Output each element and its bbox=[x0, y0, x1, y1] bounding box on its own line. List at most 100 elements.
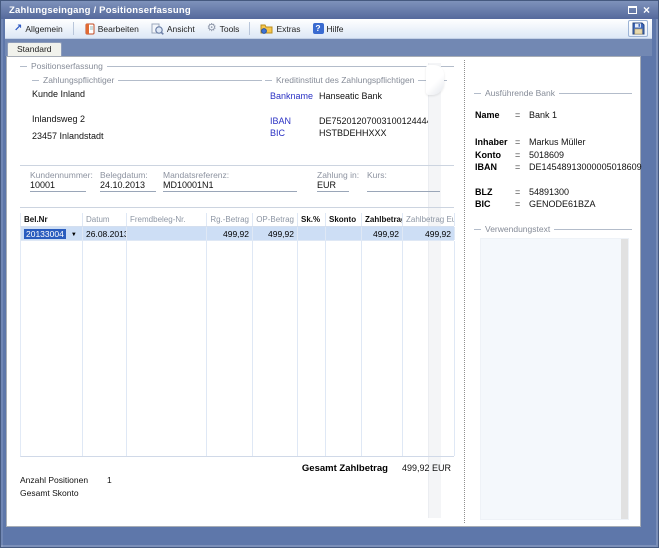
col-sk-prozent[interactable]: Sk.% bbox=[298, 213, 326, 226]
field-zahlung-in[interactable]: Zahlung in: EUR bbox=[317, 170, 349, 192]
menu-tools-label: Tools bbox=[220, 24, 240, 34]
menu-ansicht[interactable]: Ansicht bbox=[146, 22, 200, 36]
field-mandatsreferenz[interactable]: Mandatsreferenz: MD10001N1 bbox=[163, 170, 297, 192]
gesamt-skonto-label: Gesamt Skonto bbox=[20, 488, 79, 498]
col-op-betrag[interactable]: OP-Betrag bbox=[253, 213, 298, 226]
anzahl-positionen-label: Anzahl Positionen bbox=[20, 475, 88, 485]
menu-tools[interactable]: ⚙ Tools bbox=[202, 22, 245, 35]
tab-bar: Standard bbox=[5, 39, 652, 56]
menu-bearbeiten[interactable]: Bearbeiten bbox=[79, 22, 144, 36]
bank-blz-value: 54891300 bbox=[529, 187, 569, 199]
bank-bic-value: GENODE61BZA bbox=[529, 199, 596, 211]
gesamt-zahlbetrag-line: Gesamt Zahlbetrag 499,92 EUR bbox=[302, 463, 451, 474]
bank-row-blz: BLZ = 54891300 bbox=[475, 187, 569, 199]
iban-label: IBAN bbox=[270, 116, 291, 126]
help-icon: ? bbox=[313, 23, 324, 34]
field-zahlung-in-label: Zahlung in: bbox=[317, 170, 349, 180]
anzahl-positionen-value: 1 bbox=[107, 475, 112, 485]
textarea-scrollbar[interactable] bbox=[621, 239, 628, 519]
payer-street: Inlandsweg 2 bbox=[32, 114, 85, 124]
verwendungstext-textarea[interactable] bbox=[480, 238, 629, 520]
bank-row-bic: BIC = GENODE61BZA bbox=[475, 199, 596, 211]
cell-zahlbetrag[interactable]: 499,92 bbox=[362, 227, 403, 240]
cell-skonto[interactable] bbox=[326, 227, 362, 240]
cell-op-betrag[interactable]: 499,92 bbox=[253, 227, 298, 240]
bank-inhaber-value: Markus Müller bbox=[529, 137, 586, 149]
menu-extras[interactable]: Extras bbox=[255, 22, 305, 35]
page-curl-decoration bbox=[426, 65, 444, 95]
field-belegdatum[interactable]: Belegdatum: 24.10.2013 bbox=[100, 170, 156, 192]
save-button[interactable] bbox=[628, 20, 648, 37]
panel-splitter[interactable] bbox=[464, 60, 465, 523]
payer-city: 23457 Inlandstadt bbox=[32, 131, 104, 141]
bank-bic-label: BIC bbox=[475, 199, 515, 211]
bic-value: HSTBDEHHXXX bbox=[319, 128, 387, 138]
dropdown-arrow-icon[interactable]: ▼ bbox=[71, 232, 77, 238]
field-belegdatum-label: Belegdatum: bbox=[100, 170, 156, 180]
field-zahlung-in-value[interactable]: EUR bbox=[317, 180, 349, 192]
notebook-icon bbox=[84, 23, 95, 35]
group-ausfuehrende-bank-label: Ausführende Bank bbox=[481, 88, 559, 99]
separator-line bbox=[20, 165, 454, 166]
field-kundennummer[interactable]: Kundennummer: 10001 bbox=[30, 170, 86, 192]
restore-icon[interactable] bbox=[628, 6, 637, 14]
cell-zahlbetrag-euro[interactable]: 499,92 bbox=[403, 227, 455, 240]
cell-datum[interactable]: 26.08.2013 bbox=[83, 227, 127, 240]
bankname-value: Hanseatic Bank bbox=[319, 91, 382, 101]
bank-name-value: Bank 1 bbox=[529, 110, 557, 122]
bank-iban-value: DE14548913000005018609 bbox=[529, 162, 642, 174]
group-kreditinstitut: Kreditinstitut des Zahlungspflichtigen bbox=[265, 80, 447, 81]
title-bar[interactable]: Zahlungseingang / Positionserfassung × bbox=[1, 1, 658, 19]
table-body-empty[interactable] bbox=[20, 241, 454, 457]
tab-standard[interactable]: Standard bbox=[7, 42, 62, 56]
empty-cell bbox=[403, 241, 455, 456]
bank-konto-label: Konto bbox=[475, 150, 515, 162]
field-belegdatum-value[interactable]: 24.10.2013 bbox=[100, 180, 156, 192]
group-kreditinstitut-label: Kreditinstitut des Zahlungspflichtigen bbox=[272, 75, 418, 86]
equals-sign: = bbox=[515, 137, 529, 149]
col-rg-betrag[interactable]: Rg.-Betrag bbox=[207, 213, 253, 226]
field-kundennummer-value[interactable]: 10001 bbox=[30, 180, 86, 192]
bank-row-name: Name = Bank 1 bbox=[475, 110, 557, 122]
equals-sign: = bbox=[515, 110, 529, 122]
field-kurs-value[interactable] bbox=[367, 180, 440, 192]
col-datum[interactable]: Datum bbox=[83, 213, 127, 226]
content-area: Positionserfassung Zahlungspflichtiger K… bbox=[6, 56, 641, 527]
belnr-selected-value[interactable]: 20133004 bbox=[24, 229, 66, 239]
window-title: Zahlungseingang / Positionserfassung bbox=[9, 5, 191, 16]
col-belnr[interactable]: Bel.Nr bbox=[21, 213, 83, 226]
empty-cell bbox=[298, 241, 326, 456]
bank-name-label: Name bbox=[475, 110, 515, 122]
bankname-label: Bankname bbox=[270, 91, 313, 101]
group-verwendungstext-label: Verwendungstext bbox=[481, 224, 554, 235]
table-row[interactable]: 20133004 ▼ 26.08.2013 499,92 499,92 499,9… bbox=[20, 227, 454, 241]
menu-allgemein-label: Allgemein bbox=[25, 24, 62, 34]
menu-hilfe[interactable]: ? Hilfe bbox=[308, 22, 349, 35]
cell-rg-betrag[interactable]: 499,92 bbox=[207, 227, 253, 240]
col-fremdbeleg[interactable]: Fremdbeleg-Nr. bbox=[127, 213, 207, 226]
table-header-row: Bel.Nr Datum Fremdbeleg-Nr. Rg.-Betrag O… bbox=[20, 213, 454, 227]
group-zahlungspflichtiger: Zahlungspflichtiger bbox=[32, 80, 262, 81]
col-skonto[interactable]: Skonto bbox=[326, 213, 362, 226]
col-zahlbetrag-euro[interactable]: Zahlbetrag Euro bbox=[403, 213, 455, 226]
cell-belnr[interactable]: 20133004 ▼ bbox=[21, 227, 83, 240]
cell-fremdbeleg[interactable] bbox=[127, 227, 207, 240]
menu-extras-label: Extras bbox=[276, 24, 300, 34]
close-icon[interactable]: × bbox=[643, 5, 650, 15]
separator-line bbox=[20, 207, 454, 208]
equals-sign: = bbox=[515, 150, 529, 162]
app-window: Zahlungseingang / Positionserfassung × ↗… bbox=[0, 0, 659, 548]
iban-value: DE75201207003100124444 bbox=[319, 116, 432, 126]
cell-sk-prozent[interactable] bbox=[298, 227, 326, 240]
col-zahlbetrag[interactable]: Zahlbetrag bbox=[362, 213, 403, 226]
folder-icon bbox=[260, 23, 273, 34]
bank-konto-value: 5018609 bbox=[529, 150, 564, 162]
payer-name: Kunde Inland bbox=[32, 89, 85, 99]
empty-cell bbox=[21, 241, 83, 456]
menu-allgemein[interactable]: ↗ Allgemein bbox=[9, 23, 68, 35]
bank-row-konto: Konto = 5018609 bbox=[475, 150, 564, 162]
field-mandatsreferenz-value[interactable]: MD10001N1 bbox=[163, 180, 297, 192]
magnifier-icon bbox=[151, 23, 164, 35]
empty-cell bbox=[362, 241, 403, 456]
field-kurs[interactable]: Kurs: bbox=[367, 170, 440, 192]
